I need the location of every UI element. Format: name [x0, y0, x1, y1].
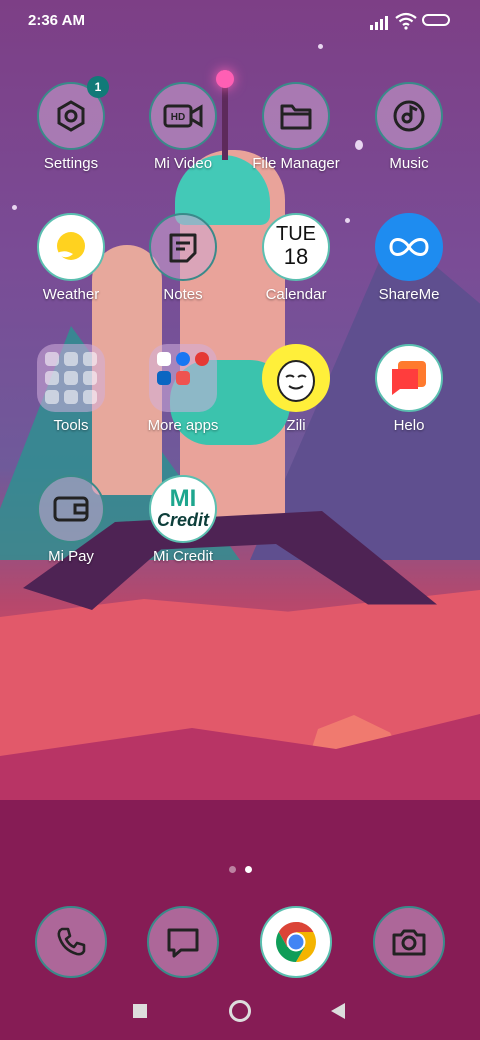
app-label: ShareMe	[378, 286, 440, 303]
calendar-weekday: TUE	[276, 223, 316, 245]
notification-badge: 1	[87, 76, 109, 98]
helo-chat-icon	[375, 344, 443, 412]
app-file-manager[interactable]: File Manager	[241, 82, 351, 172]
weather-sun-icon	[37, 213, 105, 281]
app-label: Music	[389, 155, 429, 172]
home-screen: 2:36 AM 1 Settings HD Mi Video File Mana…	[0, 0, 480, 1040]
video-camera-icon: HD	[149, 82, 217, 150]
wifi-icon	[395, 12, 417, 30]
battery-icon	[422, 14, 450, 26]
signal-icon	[370, 14, 390, 30]
dock-messaging[interactable]	[128, 906, 238, 978]
app-label: Helo	[393, 417, 425, 434]
app-label: Notes	[163, 286, 203, 303]
app-label: Mi Pay	[48, 548, 94, 565]
status-bar: 2:36 AM	[0, 0, 480, 44]
settings-icon: 1	[37, 76, 109, 150]
notes-icon	[149, 213, 217, 281]
app-label: Settings	[43, 155, 99, 172]
folder-icon	[262, 82, 330, 150]
app-notes[interactable]: Notes	[128, 213, 238, 303]
app-mi-pay[interactable]: Mi Pay	[16, 475, 126, 565]
svg-text:HD: HD	[171, 112, 185, 123]
app-label: Weather	[42, 286, 100, 303]
page-dot-2-active[interactable]	[245, 866, 252, 873]
folder-grid-icon	[149, 344, 217, 412]
app-zili[interactable]: Zili	[241, 344, 351, 434]
phone-icon	[35, 906, 107, 978]
mi-credit-logo-mi: MI	[169, 484, 197, 512]
wallet-icon	[37, 475, 105, 543]
app-label: File Manager	[252, 155, 340, 172]
folder-grid-icon	[37, 344, 105, 412]
camera-icon	[373, 906, 445, 978]
app-label: Zili	[286, 417, 306, 434]
page-dot-1[interactable]	[229, 866, 236, 873]
dock-phone[interactable]	[16, 906, 126, 978]
recents-button[interactable]	[133, 1004, 147, 1018]
mi-credit-logo-text: Credit	[156, 509, 209, 530]
folder-more-apps[interactable]: More apps	[128, 344, 238, 434]
wallpaper-star	[318, 44, 323, 49]
app-music[interactable]: Music	[354, 82, 464, 172]
app-label: Calendar	[265, 286, 327, 303]
app-shareme[interactable]: ShareMe	[354, 213, 464, 303]
messaging-icon	[147, 906, 219, 978]
shareme-infinity-icon	[375, 213, 443, 281]
app-mi-credit[interactable]: MI Credit Mi Credit	[128, 475, 238, 565]
folder-label: Tools	[53, 417, 89, 434]
zili-face-icon	[262, 344, 330, 412]
app-calendar[interactable]: TUE 18 Calendar	[241, 213, 351, 303]
app-helo[interactable]: Helo	[354, 344, 464, 434]
music-disc-icon	[375, 82, 443, 150]
calendar-date: 18	[283, 244, 309, 269]
dock-chrome[interactable]	[241, 906, 351, 978]
mi-credit-logo-icon: MI Credit	[149, 475, 217, 543]
folder-tools[interactable]: Tools	[16, 344, 126, 434]
home-button[interactable]	[229, 1000, 251, 1022]
folder-label: More apps	[147, 417, 219, 434]
wallpaper-star	[12, 205, 17, 210]
dock-camera[interactable]	[354, 906, 464, 978]
calendar-icon: TUE 18	[262, 213, 330, 281]
back-button[interactable]	[330, 1002, 346, 1020]
app-label: Mi Video	[153, 155, 213, 172]
clock: 2:36 AM	[28, 12, 85, 29]
app-mi-video[interactable]: HD Mi Video	[128, 82, 238, 172]
app-label: Mi Credit	[152, 548, 213, 565]
chrome-icon	[260, 906, 332, 978]
app-settings[interactable]: 1 Settings	[16, 76, 126, 172]
app-weather[interactable]: Weather	[16, 213, 126, 303]
